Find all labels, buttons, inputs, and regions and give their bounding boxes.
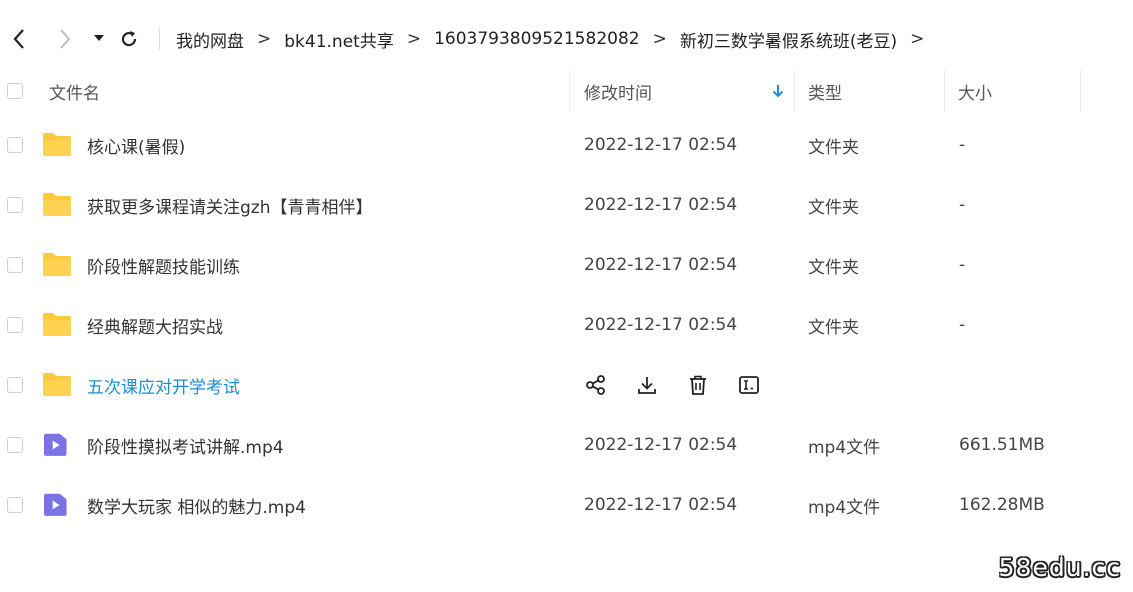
row-actions (583, 355, 787, 415)
folder-icon (43, 193, 71, 216)
folder-icon (43, 133, 71, 156)
rename-icon (739, 376, 759, 394)
share-icon (586, 375, 605, 395)
breadcrumb-separator: > (652, 29, 667, 49)
table-header: 文件名 修改时间 类型 大小 (0, 70, 1133, 112)
breadcrumb-separator: > (910, 29, 925, 49)
chevron-left-icon (13, 29, 24, 49)
row-checkbox[interactable] (7, 257, 23, 273)
watermark: 58edu.cc (998, 553, 1121, 582)
breadcrumb-item-id-folder[interactable]: 1603793809521582082 (434, 29, 640, 49)
file-type: 文件夹 (808, 317, 859, 338)
folder-icon (43, 313, 71, 336)
table-row[interactable]: 数学大玩家 相似的魅力.mp4 2022-12-17 02:54 mp4文件 1… (0, 475, 1133, 535)
row-checkbox[interactable] (7, 437, 23, 453)
column-header-type[interactable]: 类型 (808, 70, 842, 112)
breadcrumb: 我的网盘 > bk41.net共享 > 1603793809521582082 … (176, 18, 937, 60)
row-checkbox[interactable] (7, 317, 23, 333)
file-type: mp4文件 (808, 497, 881, 518)
row-checkbox[interactable] (7, 377, 23, 393)
folder-icon (43, 253, 71, 276)
refresh-button[interactable] (116, 18, 142, 60)
modified-time: 2022-12-17 02:54 (584, 315, 738, 335)
table-row[interactable]: 获取更多课程请关注gzh【青青相伴】 2022-12-17 02:54 文件夹 … (0, 175, 1133, 235)
file-type: mp4文件 (808, 437, 881, 458)
file-name[interactable]: 经典解题大招实战 (87, 295, 223, 355)
folder-icon (43, 373, 71, 396)
video-file-icon (44, 433, 67, 456)
file-type: 文件夹 (808, 257, 859, 278)
file-name[interactable]: 阶段性摸拟考试讲解.mp4 (87, 415, 284, 475)
file-size: - (959, 315, 966, 335)
modified-time: 2022-12-17 02:54 (584, 255, 738, 275)
file-type: 文件夹 (808, 197, 859, 218)
nav-divider (159, 28, 160, 50)
file-size: 162.28MB (959, 495, 1045, 515)
file-name[interactable]: 数学大玩家 相似的魅力.mp4 (87, 475, 306, 535)
sort-button[interactable] (772, 70, 784, 112)
file-type: 文件夹 (808, 137, 859, 158)
breadcrumb-item-current[interactable]: 新初三数学暑假系统班(老豆) (680, 27, 897, 52)
select-all-checkbox[interactable] (7, 83, 23, 99)
file-size: - (959, 135, 966, 155)
table-row[interactable]: 阶段性解题技能训练 2022-12-17 02:54 文件夹 - (0, 235, 1133, 295)
file-size: - (959, 195, 966, 215)
breadcrumb-item-home[interactable]: 我的网盘 (176, 27, 244, 52)
column-divider (794, 70, 795, 112)
delete-button[interactable] (685, 372, 711, 398)
file-name-link[interactable]: 五次课应对开学考试 (87, 355, 240, 415)
download-icon (638, 377, 656, 394)
row-checkbox[interactable] (7, 137, 23, 153)
refresh-icon (121, 31, 137, 47)
navigation-bar: 我的网盘 > bk41.net共享 > 1603793809521582082 … (0, 18, 1133, 60)
forward-button[interactable] (52, 18, 78, 60)
video-file-icon (44, 493, 67, 516)
column-header-modified[interactable]: 修改时间 (584, 70, 652, 112)
breadcrumb-separator: > (257, 29, 272, 49)
row-checkbox[interactable] (7, 497, 23, 513)
row-checkbox[interactable] (7, 197, 23, 213)
chevron-right-icon (60, 29, 71, 49)
table-row[interactable]: 经典解题大招实战 2022-12-17 02:54 文件夹 - (0, 295, 1133, 355)
column-header-name[interactable]: 文件名 (49, 70, 100, 112)
column-divider (944, 70, 945, 112)
column-divider (569, 70, 570, 112)
breadcrumb-separator: > (406, 29, 422, 49)
rename-button[interactable] (736, 372, 762, 398)
history-dropdown-button[interactable] (90, 18, 108, 60)
file-size: 661.51MB (959, 435, 1045, 455)
modified-time: 2022-12-17 02:54 (584, 495, 738, 515)
modified-time: 2022-12-17 02:54 (584, 195, 738, 215)
table-row[interactable]: 核心课(暑假) 2022-12-17 02:54 文件夹 - (0, 115, 1133, 175)
caret-down-icon (94, 35, 104, 41)
delete-icon (690, 375, 706, 395)
table-row-hovered[interactable]: 五次课应对开学考试 (0, 355, 1133, 415)
breadcrumb-item-share[interactable]: bk41.net共享 (284, 27, 394, 52)
share-button[interactable] (583, 372, 609, 398)
file-name[interactable]: 阶段性解题技能训练 (87, 235, 240, 295)
modified-time: 2022-12-17 02:54 (584, 135, 738, 155)
download-button[interactable] (634, 372, 660, 398)
file-name[interactable]: 获取更多课程请关注gzh【青青相伴】 (87, 175, 373, 235)
modified-time: 2022-12-17 02:54 (584, 435, 738, 455)
file-name[interactable]: 核心课(暑假) (87, 115, 185, 175)
file-size: - (959, 255, 966, 275)
arrow-down-icon (772, 85, 784, 98)
back-button[interactable] (6, 18, 32, 60)
column-divider (1080, 70, 1081, 112)
table-row[interactable]: 阶段性摸拟考试讲解.mp4 2022-12-17 02:54 mp4文件 661… (0, 415, 1133, 475)
column-header-size[interactable]: 大小 (958, 70, 992, 112)
